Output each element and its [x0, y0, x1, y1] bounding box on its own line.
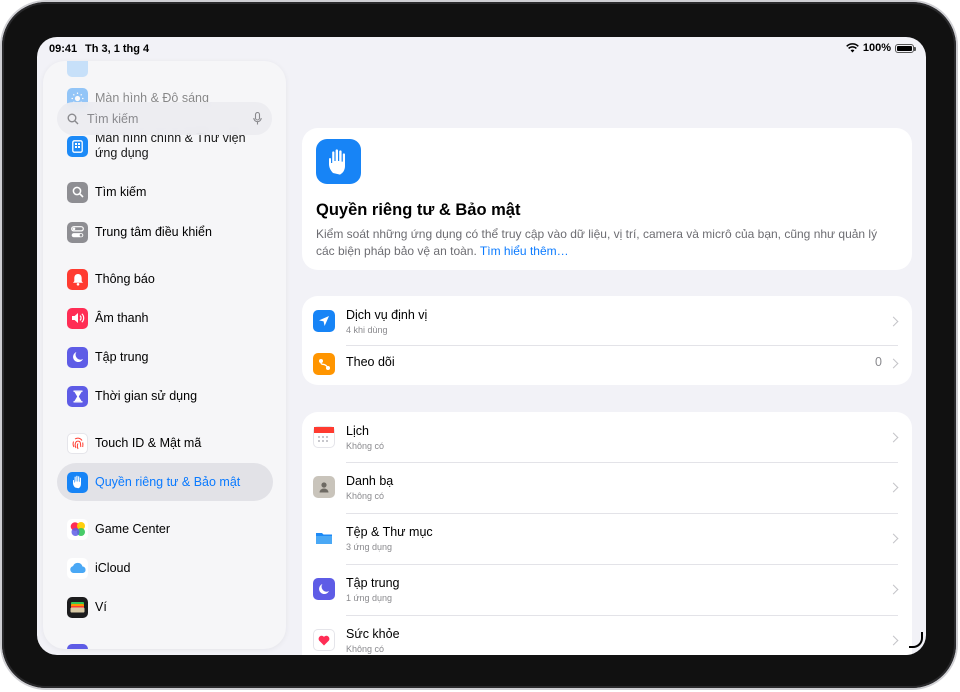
speaker-icon	[67, 307, 88, 329]
accessibility-icon	[67, 61, 88, 77]
row-title: Dịch vụ định vị	[346, 308, 428, 322]
sidebar-item-search[interactable]: Tìm kiếm	[57, 173, 273, 211]
sidebar-item-label: iCloud	[95, 560, 131, 575]
chevron-right-icon	[888, 584, 899, 595]
battery-level	[897, 45, 912, 51]
bell-icon	[67, 268, 88, 290]
sidebar-item-wallet[interactable]: Ví	[57, 588, 273, 626]
control-center-icon	[67, 221, 88, 243]
hourglass-icon	[67, 385, 88, 407]
row-contacts[interactable]: Danh bạ Không có	[302, 463, 912, 513]
row-subtitle: 1 ứng dụng	[346, 593, 393, 603]
page-description: Kiểm soát những ứng dụng có thể truy cập…	[316, 226, 896, 260]
location-tracking-group: Dịch vụ định vị 4 khi dùng Theo dõi 0	[302, 296, 912, 385]
chevron-right-icon	[888, 358, 899, 369]
sidebar-item-label: Quyền riêng tư & Bảo mật	[95, 474, 241, 489]
page-title: Quyền riêng tư & Bảo mật	[316, 201, 521, 219]
hand-icon	[316, 139, 361, 184]
sidebar-item-label: Thời gian sử dụng	[95, 388, 198, 403]
sidebar-item-label: Ví	[95, 599, 107, 614]
calendar-icon	[313, 426, 335, 448]
hand-icon	[67, 471, 88, 493]
battery-icon	[895, 43, 916, 53]
cloud-icon	[67, 557, 88, 579]
wifi-icon	[846, 43, 859, 53]
row-subtitle: Không có	[346, 441, 385, 451]
app-permissions-group: Lịch Không có Danh bạ Không có Tệp & Thư…	[302, 412, 912, 655]
chevron-right-icon	[888, 533, 899, 544]
sidebar-item-notifications[interactable]: Thông báo	[57, 260, 273, 298]
row-title: Tập trung	[346, 576, 400, 590]
row-title: Sức khỏe	[346, 627, 400, 641]
sidebar-item-partial-bottom	[57, 635, 273, 649]
contacts-icon	[313, 476, 335, 498]
sidebar-item-control-center[interactable]: Trung tâm điều khiển	[57, 213, 273, 251]
sidebar-item-label: Thông báo	[95, 271, 155, 286]
sidebar-item-label: Tìm kiếm	[95, 184, 147, 199]
search-icon	[67, 181, 88, 203]
row-title: Danh bạ	[346, 474, 394, 488]
screen: 09:41 Th 3, 1 thg 4 100% Màn hình & Độ s…	[37, 37, 926, 655]
fingerprint-icon	[67, 432, 88, 454]
sidebar-item-label: Trung tâm điều khiển	[95, 224, 212, 239]
chevron-right-icon	[888, 482, 899, 493]
sidebar[interactable]: Màn hình & Độ sáng Tìm kiếm Màn hình chí…	[43, 61, 286, 649]
chevron-right-icon	[888, 432, 899, 443]
wallet-icon	[67, 596, 88, 618]
row-health[interactable]: Sức khỏe Không có	[302, 616, 912, 655]
sidebar-item-game-center[interactable]: Game Center	[57, 510, 273, 548]
sidebar-item-label: Game Center	[95, 521, 171, 536]
battery-percent: 100%	[862, 42, 891, 54]
sidebar-item-label: Màn hình chính & Thư viện ứng dụng	[95, 131, 246, 160]
row-subtitle: 4 khi dùng	[346, 325, 388, 335]
folder-icon	[313, 527, 335, 549]
sidebar-item-sounds[interactable]: Âm thanh	[57, 299, 273, 337]
location-icon	[313, 310, 335, 332]
row-focus[interactable]: Tập trung 1 ứng dụng	[302, 565, 912, 615]
sidebar-item-touch-id[interactable]: Touch ID & Mật mã	[57, 424, 273, 462]
sidebar-item-label: Âm thanh	[95, 310, 149, 325]
row-subtitle: Không có	[346, 644, 385, 654]
game-center-icon	[67, 518, 88, 540]
search-icon	[67, 113, 79, 124]
row-title: Theo dõi	[346, 355, 395, 369]
moon-icon	[67, 346, 88, 368]
microphone-icon[interactable]	[253, 112, 262, 125]
chevron-right-icon	[888, 635, 899, 646]
row-location-services[interactable]: Dịch vụ định vị 4 khi dùng	[302, 296, 912, 346]
row-tracking[interactable]: Theo dõi 0	[302, 341, 912, 385]
sidebar-item-screen-time[interactable]: Thời gian sử dụng	[57, 377, 273, 415]
row-calendar[interactable]: Lịch Không có	[302, 412, 912, 462]
sidebar-item-privacy-security[interactable]: Quyền riêng tư & Bảo mật	[57, 463, 273, 501]
moon-icon	[313, 578, 335, 600]
chevron-right-icon	[888, 316, 899, 327]
status-date: Th 3, 1 thg 4	[85, 43, 150, 55]
home-screen-icon	[67, 135, 88, 157]
status-time: 09:41	[49, 43, 78, 55]
row-subtitle: 3 ứng dụng	[346, 542, 393, 552]
privacy-header-card: Quyền riêng tư & Bảo mật Kiểm soát những…	[302, 128, 912, 270]
sidebar-item-focus[interactable]: Tập trung	[57, 338, 273, 376]
health-icon	[313, 629, 335, 651]
search-field[interactable]: Tìm kiếm	[57, 102, 272, 135]
sidebar-item-label: Tập trung	[95, 349, 149, 364]
status-right: 100%	[846, 42, 916, 54]
description-text: Kiểm soát những ứng dụng có thể truy cập…	[316, 227, 878, 258]
ipad-frame: 09:41 Th 3, 1 thg 4 100% Màn hình & Độ s…	[2, 2, 956, 688]
row-title: Tệp & Thư mục	[346, 525, 433, 539]
search-placeholder: Tìm kiếm	[87, 111, 139, 126]
status-bar: 09:41 Th 3, 1 thg 4 100%	[37, 37, 926, 61]
sidebar-item-icloud[interactable]: iCloud	[57, 549, 273, 587]
row-subtitle: Không có	[346, 491, 385, 501]
row-value: 0	[875, 355, 882, 369]
row-files-folders[interactable]: Tệp & Thư mục 3 ứng dụng	[302, 514, 912, 564]
sidebar-item-label: Touch ID & Mật mã	[95, 435, 202, 450]
tracking-icon	[313, 353, 335, 375]
row-title: Lịch	[346, 424, 369, 438]
app-icon	[67, 643, 88, 649]
learn-more-link[interactable]: Tìm hiểu thêm…	[480, 244, 569, 258]
